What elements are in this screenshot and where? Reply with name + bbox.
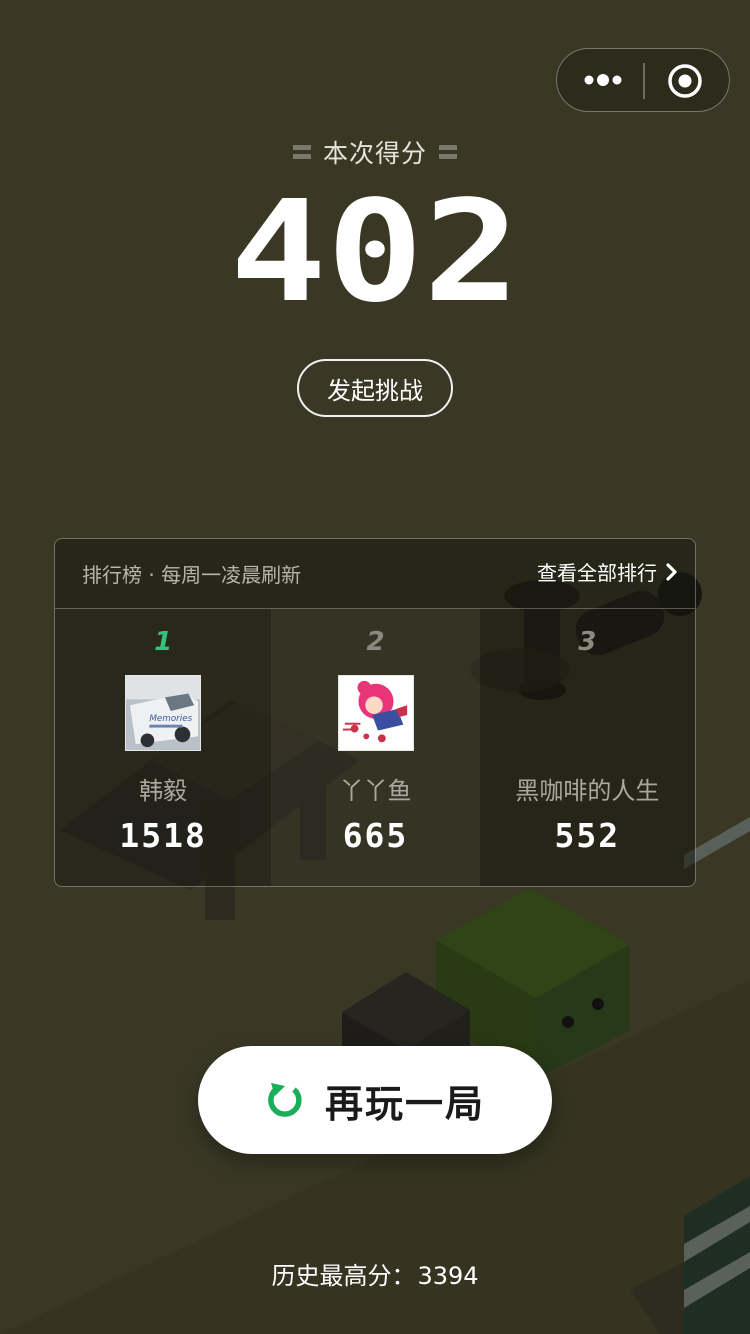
challenge-button[interactable]: 发起挑战 [297,359,453,417]
view-all-label: 查看全部排行 [537,561,657,585]
history-best-value: 3394 [417,1262,479,1290]
chevron-right-icon [666,562,677,581]
player-name: 黑咖啡的人生 [515,777,660,805]
replay-button[interactable]: 再玩一局 [198,1046,552,1154]
avatar [337,675,414,751]
replay-icon [268,1083,302,1117]
miniprogram-capsule [556,48,730,112]
current-score-text: 402 [230,196,520,308]
rank-number: 3 [578,627,597,657]
score-label: 本次得分 [322,139,427,168]
rank-number: 2 [366,627,385,657]
leaderboard-header: 排行榜 · 每周一凌晨刷新 查看全部排行 [55,539,695,609]
replay-button-label: 再玩一局 [324,1081,485,1126]
target-circle-icon[interactable] [667,63,703,99]
history-best-label: 历史最高分： [271,1262,416,1290]
player-name: 韩毅 [139,777,188,805]
history-best-score: 历史最高分：3394 [0,1256,750,1291]
capsule-divider [643,63,645,99]
equals-deco-icon [292,145,311,159]
player-score: 665 [342,816,409,855]
equals-deco-icon [439,145,457,159]
player-score: 552 [554,816,621,855]
score-label-row: 本次得分 [0,132,750,172]
view-all-rankings-link[interactable]: 查看全部排行 [537,557,679,586]
player-score: 1518 [119,816,207,855]
avatar: Memories [125,675,202,751]
leaderboard-entry[interactable]: 3 黑咖啡的人生 552 [479,609,695,886]
challenge-button-label: 发起挑战 [327,376,423,405]
leaderboard-entry[interactable]: 2 丫丫鱼 665 [271,609,479,886]
leaderboard-panel: 排行榜 · 每周一凌晨刷新 查看全部排行 1 Memories 韩毅 1518 … [54,538,696,887]
player-name: 丫丫鱼 [339,777,412,805]
svg-text:Memories: Memories [150,714,193,724]
more-dots-icon[interactable] [581,63,625,97]
leaderboard-entry[interactable]: 1 Memories 韩毅 1518 [55,609,272,886]
rank-number: 1 [154,627,173,657]
leaderboard-title: 排行榜 · 每周一凌晨刷新 [82,563,302,587]
current-score: 402 [230,196,520,308]
